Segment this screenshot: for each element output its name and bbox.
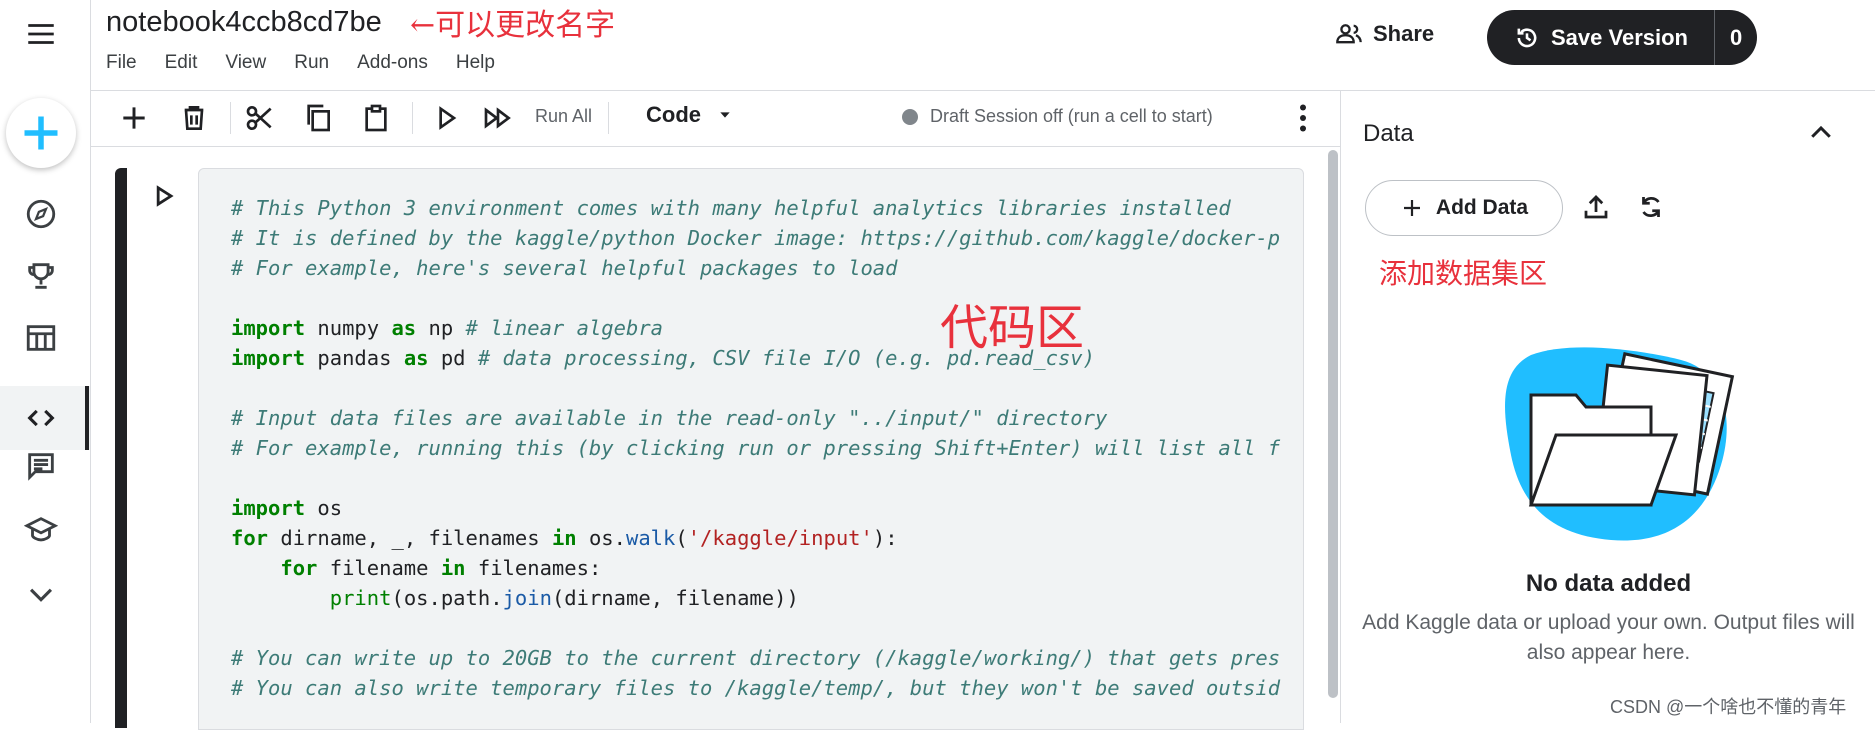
share-button[interactable]: Share <box>1335 20 1434 48</box>
code-line: # Input data files are available in the … <box>231 406 1108 430</box>
plus-icon <box>24 116 58 150</box>
run-all-button[interactable]: Run All <box>535 106 592 127</box>
cell-run-button[interactable] <box>150 182 178 215</box>
menu-bar: File Edit View Run Add-ons Help <box>106 52 495 74</box>
comment-icon[interactable] <box>21 446 61 486</box>
editor-scrollbar[interactable] <box>1328 150 1338 698</box>
upload-icon <box>1584 195 1608 219</box>
code-line: for dirname, _, filenames in os.walk('/k… <box>231 526 898 550</box>
delete-cell-button[interactable] <box>174 98 214 138</box>
copy-icon <box>307 104 330 132</box>
code-line: import numpy as np # linear algebra <box>231 316 664 340</box>
collapse-data-section-button[interactable] <box>1806 118 1836 153</box>
create-button[interactable] <box>6 98 76 168</box>
title-annotation: ←可以更改名字 <box>410 8 616 43</box>
add-data-button[interactable]: Add Data <box>1365 180 1563 236</box>
code-area-annotation: 代码区 <box>940 300 1085 356</box>
add-cell-button[interactable] <box>114 98 154 138</box>
history-icon <box>1517 27 1537 47</box>
code-cell-editor[interactable]: # This Python 3 environment comes with m… <box>198 168 1304 730</box>
clipboard-icon <box>365 104 387 132</box>
toolbar-divider <box>412 102 413 134</box>
run-cell-button[interactable] <box>426 98 466 138</box>
code-icon[interactable] <box>21 398 61 438</box>
school-icon[interactable] <box>21 510 61 550</box>
paste-button[interactable] <box>356 98 396 138</box>
header: notebook4ccb8cd7be ←可以更改名字 File Edit Vie… <box>90 0 1875 91</box>
save-version-label: Save Version <box>1551 24 1688 50</box>
plus-icon <box>123 107 145 129</box>
cut-button[interactable] <box>240 98 280 138</box>
copy-button[interactable] <box>298 98 338 138</box>
notebook-toolbar: Run All Code Draft Session off (run a ce… <box>90 90 1340 147</box>
left-rail <box>0 0 91 723</box>
toolbar-divider <box>608 102 609 134</box>
session-status-dot <box>902 108 918 125</box>
notebook-title[interactable]: notebook4ccb8cd7be <box>106 6 382 39</box>
compass-icon[interactable] <box>21 194 61 234</box>
data-panel-title: Data <box>1363 120 1414 147</box>
toolbar-divider <box>230 102 231 134</box>
code-line: # It is defined by the kaggle/python Doc… <box>231 226 1281 250</box>
dropdown-caret-icon <box>720 112 730 118</box>
code-line: # For example, here's several helpful pa… <box>231 256 898 280</box>
chevron-down-icon[interactable] <box>21 574 61 614</box>
play-icon <box>439 106 457 130</box>
trophy-icon[interactable] <box>21 256 61 296</box>
fast-forward-icon <box>484 107 511 129</box>
chevron-up-icon <box>1811 125 1831 138</box>
code-content[interactable]: # This Python 3 environment comes with m… <box>199 169 1303 703</box>
play-icon <box>156 185 174 207</box>
share-label: Share <box>1373 21 1435 46</box>
add-data-label: Add Data <box>1435 196 1529 219</box>
version-count[interactable]: 0 <box>1714 10 1757 65</box>
empty-state-title: No data added <box>1525 570 1692 597</box>
empty-folder-illustration <box>1505 347 1735 541</box>
people-icon <box>1336 24 1362 44</box>
code-line: for filename in filenames: <box>280 556 602 580</box>
code-line: import os <box>231 496 343 520</box>
cell-type-value: Code <box>646 102 701 127</box>
rail-active-indicator <box>85 386 89 450</box>
menu-add-ons[interactable]: Add-ons <box>357 52 428 74</box>
code-line: # You can write up to 20GB to the curren… <box>231 646 1281 670</box>
menu-edit[interactable]: Edit <box>165 52 198 74</box>
sync-icon <box>1642 196 1660 218</box>
code-line: # This Python 3 environment comes with m… <box>231 196 1231 220</box>
kebab-menu-icon <box>1300 104 1306 132</box>
empty-state-description: Add Kaggle data or upload your own. Outp… <box>1362 611 1855 664</box>
menu-view[interactable]: View <box>225 52 266 74</box>
menu-help[interactable]: Help <box>456 52 495 74</box>
cell-selection-bar <box>115 168 127 728</box>
session-status-text: Draft Session off (run a cell to start) <box>930 106 1213 126</box>
menu-file[interactable]: File <box>106 52 137 74</box>
sync-button[interactable] <box>1636 192 1666 227</box>
data-panel: Data Add Data 添加数据集区 No data added Add K… <box>1340 90 1875 723</box>
session-status[interactable]: Draft Session off (run a cell to start) <box>902 106 1213 127</box>
data-area-annotation: 添加数据集区 <box>1379 257 1548 290</box>
menu-icon[interactable] <box>21 14 61 54</box>
save-version-button[interactable]: Save Version 0 <box>1487 10 1757 65</box>
menu-run[interactable]: Run <box>294 52 329 74</box>
scissors-icon <box>246 106 272 130</box>
code-line: print(os.path.join(dirname, filename)) <box>329 586 799 610</box>
upload-button[interactable] <box>1581 192 1611 227</box>
more-options-button[interactable] <box>1285 100 1321 141</box>
csdn-watermark: CSDN @一个啥也不懂的青年 <box>1610 697 1847 717</box>
plus-icon <box>1403 200 1420 216</box>
table-icon[interactable] <box>21 318 61 358</box>
run-all-icon-button[interactable] <box>478 98 518 138</box>
code-line: # For example, running this (by clicking… <box>231 436 1281 460</box>
code-line: # You can also write temporary files to … <box>231 676 1281 700</box>
trash-icon <box>184 106 204 130</box>
cell-type-select[interactable]: Code <box>646 102 733 128</box>
